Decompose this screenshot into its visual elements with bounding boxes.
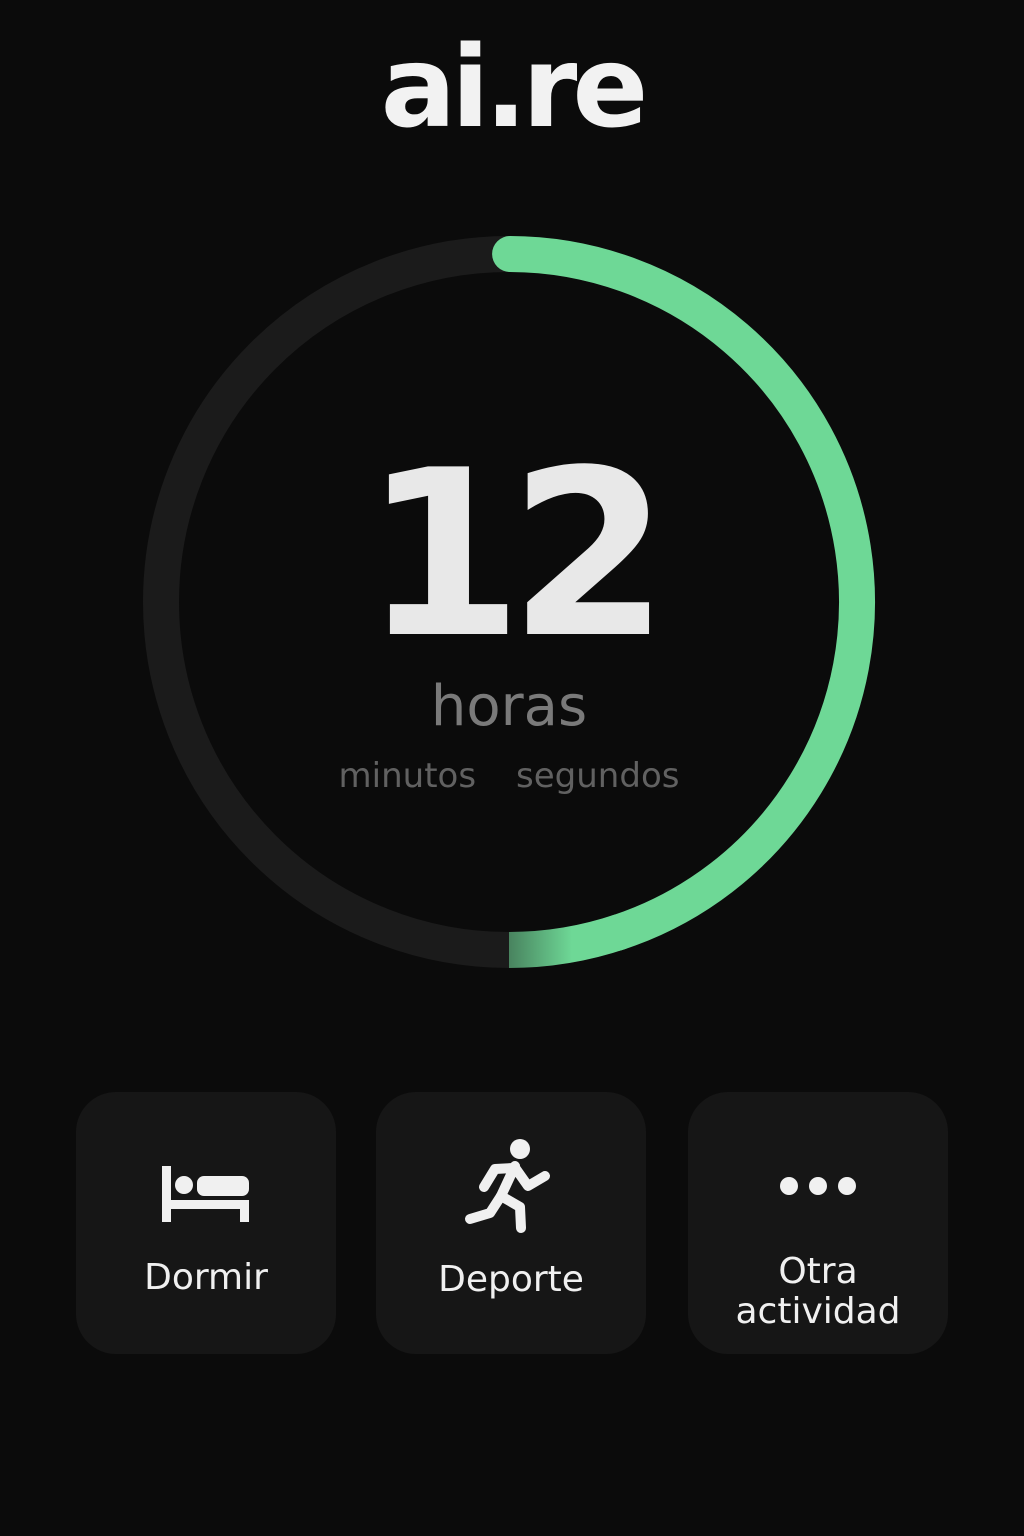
- activity-button-otra-actividad[interactable]: Otra actividad: [688, 1092, 948, 1354]
- timer-unit-seconds: segundos: [516, 756, 680, 796]
- activity-label: Otra actividad: [735, 1251, 901, 1332]
- activity-button-dormir[interactable]: Dormir: [76, 1092, 336, 1354]
- app-screen: ai.re 12 horas minutos segundos Dormir D…: [0, 0, 1024, 1536]
- activity-label: Deporte: [438, 1259, 584, 1300]
- running-person-icon: [376, 1136, 646, 1236]
- app-title: ai.re: [380, 23, 649, 153]
- more-dots-icon: [688, 1176, 948, 1196]
- timer-sub-units: minutos segundos: [142, 756, 876, 796]
- activity-label: Dormir: [144, 1257, 268, 1298]
- timer-unit-hours: horas: [430, 674, 588, 739]
- timer-value: 12: [362, 422, 669, 689]
- timer-unit-minutes: minutos: [338, 756, 477, 796]
- timer-display: 12 horas minutos segundos: [142, 236, 876, 968]
- bed-icon: [76, 1164, 336, 1224]
- activity-button-deporte[interactable]: Deporte: [376, 1092, 646, 1354]
